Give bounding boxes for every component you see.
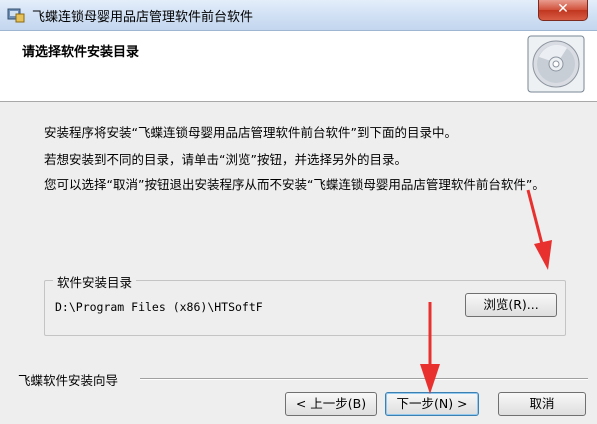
title-bar: 飞蝶连锁母婴用品店管理软件前台软件 ✕ [0, 0, 597, 31]
app-icon [7, 8, 25, 23]
install-info-text: 安装程序将安装“飞蝶连锁母婴用品店管理软件前台软件”到下面的目录中。 [44, 125, 457, 140]
close-icon: ✕ [557, 1, 569, 17]
back-button[interactable]: < 上一步(B) [285, 392, 377, 416]
browse-hint-text: 若想安装到不同的目录，请单击“浏览”按钮，并选择另外的目录。 [44, 152, 407, 167]
close-button[interactable]: ✕ [538, 0, 588, 21]
page-title: 请选择软件安装目录 [22, 45, 140, 60]
next-button[interactable]: 下一步(N) > [385, 392, 479, 416]
cd-disc-icon [527, 35, 585, 93]
install-dir-group: 软件安装目录 D:\Program Files (x86)\HTSoftF 浏览… [44, 272, 566, 336]
wizard-brand-label: 飞蝶软件安装向导 [18, 370, 123, 389]
window-title: 飞蝶连锁母婴用品店管理软件前台软件 [32, 10, 254, 25]
wizard-header: 请选择软件安装目录 [0, 31, 597, 102]
wizard-body: 安装程序将安装“飞蝶连锁母婴用品店管理软件前台软件”到下面的目录中。 若想安装到… [0, 102, 597, 424]
cancel-button[interactable]: 取消 [498, 392, 586, 416]
install-dir-group-label: 软件安装目录 [53, 272, 137, 291]
install-path: D:\Program Files (x86)\HTSoftF [55, 300, 263, 314]
cancel-hint-text: 您可以选择“取消”按钮退出安装程序从而不安装“飞蝶连锁母婴用品店管理软件前台软件… [44, 177, 545, 192]
footer-divider [140, 378, 588, 380]
browse-button[interactable]: 浏览(R)... [465, 293, 557, 317]
